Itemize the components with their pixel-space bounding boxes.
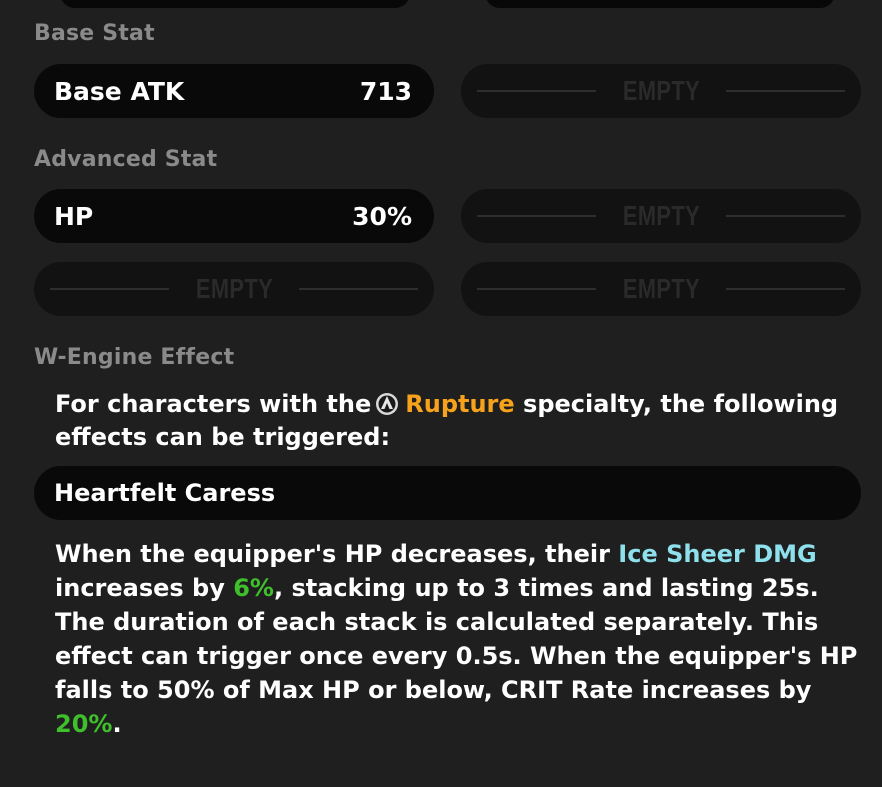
base-stat-heading: Base Stat <box>34 21 155 46</box>
effect-title: Heartfelt Caress <box>54 479 276 507</box>
ice-sheer-dmg-highlight: Ice Sheer DMG <box>618 540 817 568</box>
rupture-specialty-icon <box>375 392 399 416</box>
empty-stat-slot: EMPTY <box>461 262 861 316</box>
desc-part: increases by <box>55 574 234 602</box>
divider-line <box>477 90 596 92</box>
desc-part: When the equipper's HP decreases, their <box>55 540 619 568</box>
specialty-name: Rupture <box>405 390 515 418</box>
stat-value: 30% <box>352 201 412 231</box>
effect-intro-text: For characters with the Rupture specialty… <box>55 388 865 454</box>
stat-name: Base ATK <box>54 76 185 106</box>
w-engine-effect-heading: W-Engine Effect <box>34 345 235 370</box>
crit-rate-increase-value: 20% <box>55 710 113 738</box>
divider-line <box>477 215 596 217</box>
stat-hp: HP 30% <box>34 189 434 243</box>
stat-name: HP <box>54 201 94 231</box>
empty-label: EMPTY <box>622 273 700 304</box>
divider-line <box>50 288 169 290</box>
empty-label: EMPTY <box>195 273 273 304</box>
divider-line <box>726 215 845 217</box>
stat-value: 713 <box>359 76 412 106</box>
previous-row-pill-right <box>485 0 835 8</box>
empty-label: EMPTY <box>622 200 700 231</box>
divider-line <box>726 90 845 92</box>
desc-part: . <box>112 710 122 738</box>
empty-stat-slot: EMPTY <box>461 189 861 243</box>
effect-description: When the equipper's HP decreases, their … <box>55 537 865 741</box>
intro-prefix: For characters with the <box>55 390 372 418</box>
dmg-increase-value: 6% <box>233 574 274 602</box>
advanced-stat-heading: Advanced Stat <box>34 147 218 172</box>
divider-line <box>299 288 418 290</box>
stat-base-atk: Base ATK 713 <box>34 64 434 118</box>
empty-stat-slot: EMPTY <box>461 64 861 118</box>
divider-line <box>477 288 596 290</box>
previous-row-pill-left <box>60 0 410 8</box>
empty-stat-slot: EMPTY <box>34 262 434 316</box>
effect-title-bar: Heartfelt Caress <box>34 466 861 520</box>
empty-label: EMPTY <box>622 75 700 106</box>
divider-line <box>726 288 845 290</box>
